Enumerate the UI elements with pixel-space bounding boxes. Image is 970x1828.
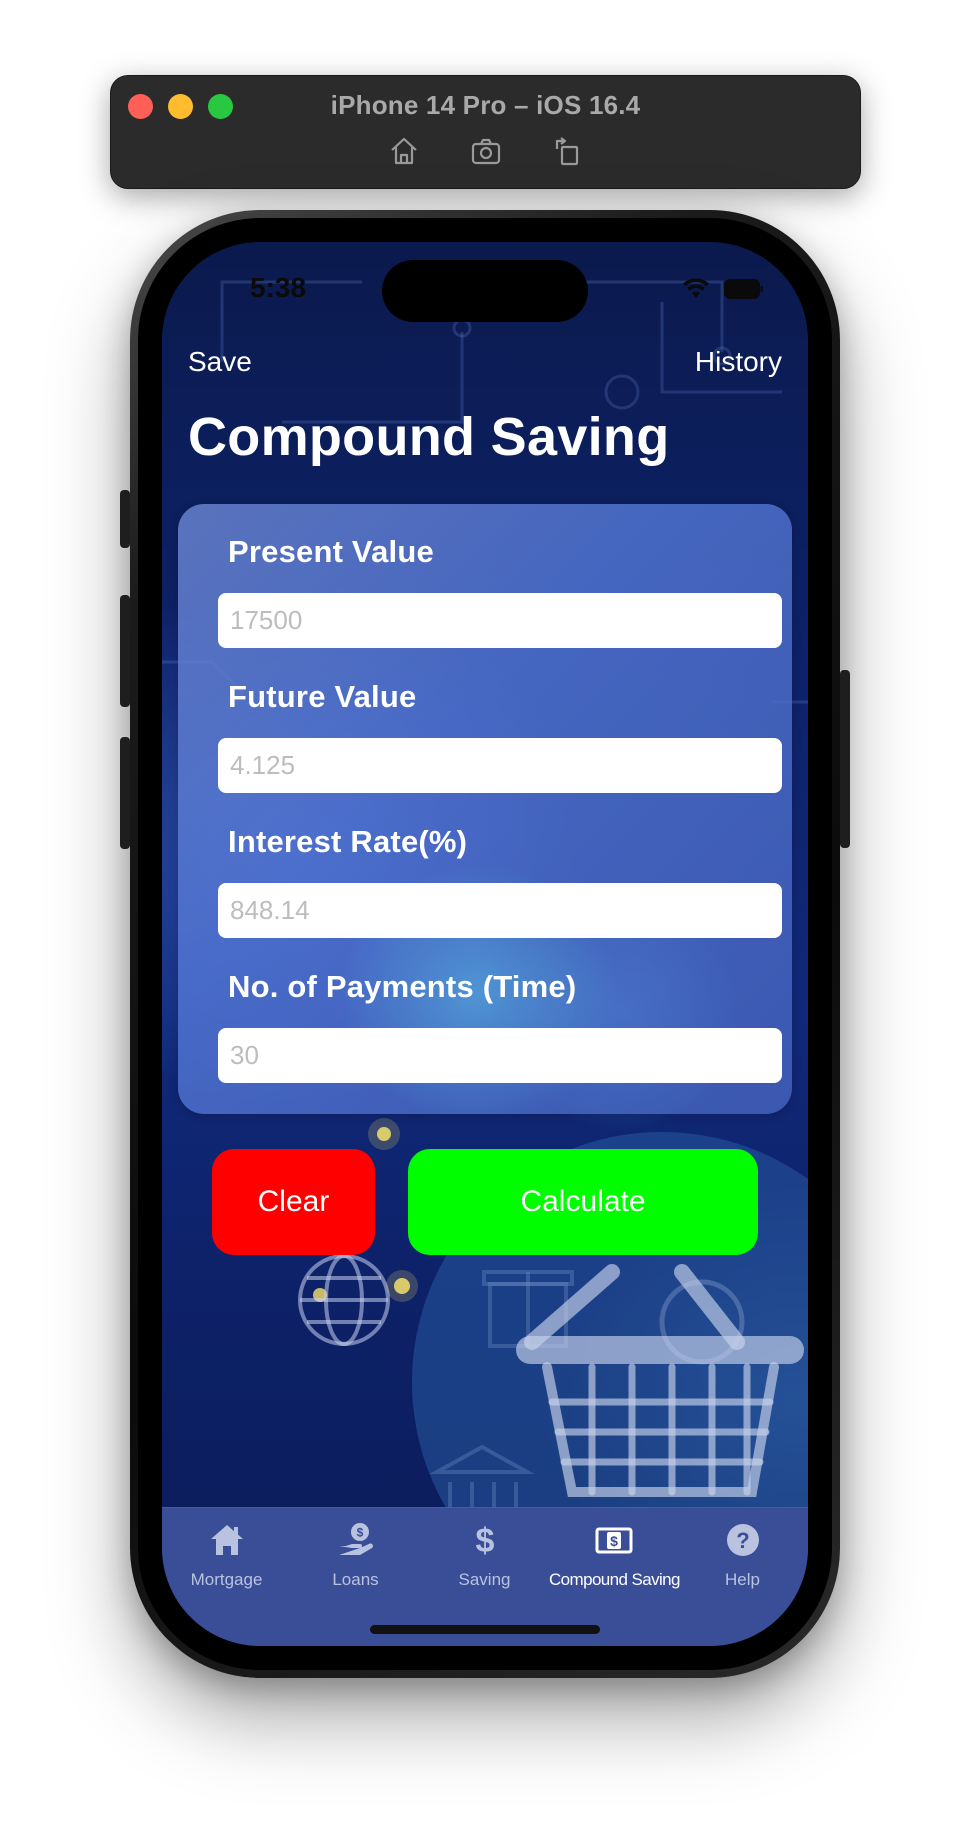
tab-loans[interactable]: $ Loans — [291, 1520, 420, 1590]
rotate-icon[interactable] — [551, 134, 585, 168]
dollar-bill-icon: $ — [549, 1520, 678, 1564]
simulator-canvas: iPhone 14 Pro – iOS 16.4 5:38 Save Histo… — [0, 0, 970, 1828]
tab-label: Mortgage — [190, 1570, 263, 1589]
home-indicator — [370, 1625, 600, 1634]
present-value-input[interactable] — [218, 593, 782, 648]
power-button — [840, 670, 850, 848]
svg-text:$: $ — [475, 1522, 494, 1560]
status-icons — [682, 278, 764, 305]
history-button[interactable]: History — [695, 346, 782, 378]
screenshot-icon[interactable] — [469, 134, 503, 168]
simulator-title: iPhone 14 Pro – iOS 16.4 — [330, 90, 641, 120]
svg-text:$: $ — [610, 1533, 618, 1549]
tab-label: Compound Saving — [549, 1570, 680, 1589]
tab-compound-saving[interactable]: $ Compound Saving — [549, 1520, 680, 1590]
simulator-toolbar: iPhone 14 Pro – iOS 16.4 — [110, 75, 861, 189]
wifi-icon — [682, 278, 710, 305]
dollar-icon: $ — [420, 1520, 549, 1564]
svg-text:?: ? — [736, 1528, 749, 1553]
status-time: 5:38 — [250, 272, 307, 303]
dynamic-island — [382, 260, 588, 322]
clear-button[interactable]: Clear — [212, 1149, 375, 1255]
volume-up-button — [120, 595, 130, 707]
payments-count-input[interactable] — [218, 1028, 782, 1083]
app-screen: 5:38 Save History Compound Saving Presen… — [162, 242, 808, 1646]
payments-count-label: No. of Payments (Time) — [228, 969, 577, 1004]
future-value-label: Future Value — [228, 679, 417, 714]
hand-dollar-icon: $ — [291, 1520, 420, 1564]
svg-text:$: $ — [356, 1526, 363, 1540]
volume-down-button — [120, 737, 130, 849]
future-value-input[interactable] — [218, 738, 782, 793]
calculate-button[interactable]: Calculate — [408, 1149, 758, 1255]
simulator-actions — [111, 134, 860, 170]
question-circle-icon: ? — [678, 1520, 807, 1564]
tab-mortgage[interactable]: Mortgage — [162, 1520, 291, 1590]
tab-label: Saving — [458, 1570, 511, 1589]
tab-label: Loans — [332, 1570, 379, 1589]
house-icon — [162, 1520, 291, 1564]
tab-label: Help — [725, 1570, 760, 1589]
home-icon[interactable] — [387, 134, 421, 168]
tab-help[interactable]: ? Help — [678, 1520, 807, 1590]
page-title: Compound Saving — [188, 407, 670, 467]
interest-rate-label: Interest Rate(%) — [228, 824, 468, 859]
tab-saving[interactable]: $ Saving — [420, 1520, 549, 1590]
battery-icon — [724, 279, 764, 304]
silent-switch — [120, 490, 130, 548]
save-button[interactable]: Save — [188, 346, 252, 378]
interest-rate-input[interactable] — [218, 883, 782, 938]
compound-saving-form: Present Value Future Value Interest Rate… — [178, 504, 792, 1114]
present-value-label: Present Value — [228, 534, 434, 569]
